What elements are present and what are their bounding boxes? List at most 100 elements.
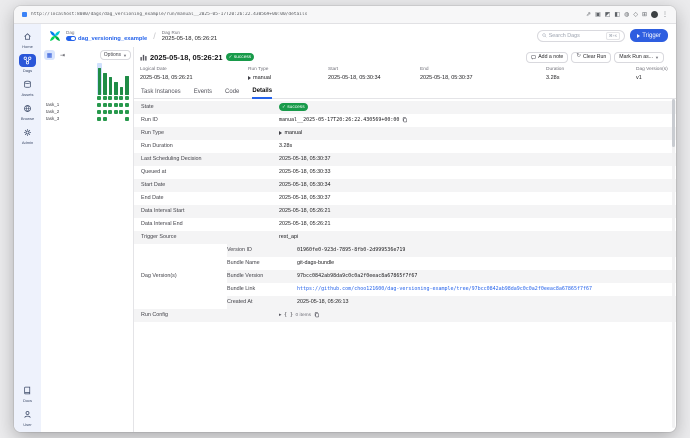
task-instance-square[interactable] bbox=[119, 110, 123, 114]
nav-rail: Home Dags Assets Browse bbox=[14, 24, 41, 432]
json-braces: { } bbox=[284, 312, 293, 318]
search-input[interactable]: Search Dags ⌘+K bbox=[537, 30, 625, 42]
details-table: State ✓ success Run ID manual__2025-05-1… bbox=[134, 101, 676, 322]
play-icon bbox=[279, 131, 282, 135]
options-label: Options bbox=[104, 52, 121, 58]
task-instance-square[interactable] bbox=[103, 117, 107, 121]
run-state-slot bbox=[108, 96, 113, 101]
sidebar-label: Docs bbox=[23, 398, 32, 403]
dag-pause-toggle[interactable] bbox=[66, 36, 76, 42]
status-badge: ✓ success bbox=[226, 53, 255, 61]
dag-run-column[interactable] bbox=[103, 63, 108, 95]
trigger-label: Trigger bbox=[642, 33, 661, 39]
grid-view-button[interactable]: ▦ bbox=[44, 50, 55, 60]
run-duration-bar[interactable] bbox=[103, 73, 107, 95]
profile-avatar[interactable] bbox=[651, 11, 658, 18]
dag-name-link[interactable]: dag_versioning_example bbox=[78, 36, 147, 42]
task-instance-square[interactable] bbox=[125, 110, 129, 114]
tab-events[interactable]: Events bbox=[194, 89, 212, 98]
airflow-logo-icon[interactable] bbox=[49, 30, 61, 42]
note-icon bbox=[531, 55, 536, 60]
task-name[interactable]: task_1 bbox=[44, 102, 97, 107]
task-instance-square[interactable] bbox=[103, 110, 107, 114]
collapse-panel-button[interactable]: ⇥ bbox=[57, 50, 68, 60]
run-state-square[interactable] bbox=[125, 96, 129, 100]
user-icon bbox=[19, 408, 36, 421]
sidebar-item-browse[interactable]: Browse bbox=[14, 102, 41, 121]
task-instance-square[interactable] bbox=[125, 117, 129, 121]
scrollbar-thumb[interactable] bbox=[672, 99, 675, 147]
trigger-button[interactable]: Trigger bbox=[630, 29, 668, 42]
task-instance-square[interactable] bbox=[97, 110, 101, 114]
dag-run-column[interactable] bbox=[97, 63, 102, 95]
extension-icon-5[interactable]: ◇ bbox=[633, 12, 638, 18]
add-note-button[interactable]: Add a note bbox=[526, 52, 568, 63]
share-icon[interactable]: ⇗ bbox=[586, 12, 591, 18]
task-instance-square[interactable] bbox=[114, 110, 118, 114]
run-duration-bar[interactable] bbox=[98, 68, 102, 95]
sidebar-item-dags[interactable]: Dags bbox=[14, 54, 41, 73]
extensions-puzzle-icon[interactable]: ⊞ bbox=[642, 12, 647, 18]
task-instance-square[interactable] bbox=[97, 117, 101, 121]
sidebar-label: Home bbox=[22, 44, 33, 49]
task-row: task_3 bbox=[44, 115, 131, 122]
home-icon bbox=[19, 30, 36, 43]
extension-icon-4[interactable]: ◍ bbox=[624, 12, 629, 18]
task-instance-square[interactable] bbox=[108, 110, 112, 114]
dag-run-column[interactable] bbox=[108, 63, 113, 95]
run-state-square[interactable] bbox=[108, 96, 112, 100]
run-duration-bar[interactable] bbox=[120, 87, 124, 95]
run-state-slot bbox=[114, 96, 119, 101]
run-state-square[interactable] bbox=[103, 96, 107, 100]
tab-task-instances[interactable]: Task Instances bbox=[141, 89, 181, 98]
run-duration-bar[interactable] bbox=[109, 77, 113, 95]
copy-icon[interactable] bbox=[314, 312, 320, 318]
task-instance-square[interactable] bbox=[103, 103, 107, 107]
tab-details[interactable]: Details bbox=[252, 88, 272, 99]
extension-icon-2[interactable]: ◩ bbox=[605, 12, 611, 18]
sidebar-item-user[interactable]: User bbox=[14, 408, 41, 427]
dag-run-column[interactable] bbox=[125, 63, 130, 95]
task-instance-square[interactable] bbox=[119, 103, 123, 107]
scrollbar[interactable] bbox=[672, 99, 675, 428]
bar-chart-icon bbox=[140, 54, 147, 61]
site-info-icon[interactable] bbox=[22, 12, 27, 17]
task-instance-square[interactable] bbox=[108, 103, 112, 107]
run-state-square[interactable] bbox=[114, 96, 118, 100]
menu-icon[interactable]: ⋮ bbox=[662, 12, 668, 18]
run-duration-bar[interactable] bbox=[125, 76, 129, 95]
table-row-last-scheduling-decision: Last Scheduling Decision 2025-05-18, 05:… bbox=[134, 153, 676, 166]
task-instance-square[interactable] bbox=[114, 103, 118, 107]
browser-actions: ⇗ ▣ ◩ ◧ ◍ ◇ ⊞ ⋮ bbox=[586, 11, 668, 18]
run-duration-bar[interactable] bbox=[114, 82, 118, 95]
sidebar-item-docs[interactable]: Docs bbox=[14, 384, 41, 403]
dag-run-column[interactable] bbox=[119, 63, 124, 95]
table-row-end-date: End Date 2025-05-18, 05:30:37 bbox=[134, 192, 676, 205]
sidebar-item-home[interactable]: Home bbox=[14, 30, 41, 49]
mark-run-as-button[interactable]: Mark Run as... ▼ bbox=[614, 52, 664, 63]
extension-icon-3[interactable]: ◧ bbox=[614, 12, 620, 18]
run-state-square[interactable] bbox=[97, 96, 101, 100]
task-name[interactable]: task_2 bbox=[44, 109, 97, 114]
task-instance-square bbox=[108, 117, 112, 121]
table-row-run-duration: Run Duration 3.28s bbox=[134, 140, 676, 153]
task-name[interactable]: task_3 bbox=[44, 116, 97, 121]
task-instance-slot bbox=[119, 103, 124, 107]
run-state-square[interactable] bbox=[119, 96, 123, 100]
bundle-link[interactable]: https://github.com/choo121600/dag-versio… bbox=[297, 286, 592, 292]
expand-icon[interactable]: ▸ bbox=[279, 312, 282, 318]
task-instance-slot bbox=[119, 117, 124, 121]
address-bar[interactable]: http://localhost:8080/dags/dag_versionin… bbox=[31, 12, 307, 17]
task-instance-square[interactable] bbox=[97, 103, 101, 107]
json-items-count: 0 items bbox=[296, 313, 311, 318]
extension-icon-1[interactable]: ▣ bbox=[595, 12, 601, 18]
sidebar-item-assets[interactable]: Assets bbox=[14, 78, 41, 97]
copy-icon[interactable] bbox=[402, 117, 408, 123]
task-instance-square[interactable] bbox=[125, 103, 129, 107]
dag-run-column[interactable] bbox=[114, 63, 119, 95]
options-dropdown[interactable]: Options ▼ bbox=[100, 50, 131, 60]
sidebar-item-admin[interactable]: Admin bbox=[14, 126, 41, 145]
dag-icon bbox=[19, 54, 36, 67]
tab-code[interactable]: Code bbox=[225, 89, 239, 98]
clear-run-button[interactable]: ↻ Clear Run bbox=[571, 52, 611, 63]
